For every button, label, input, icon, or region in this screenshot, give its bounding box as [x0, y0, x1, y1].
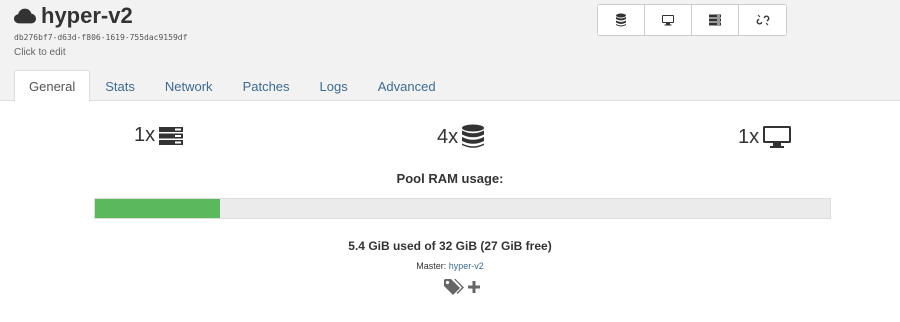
- disconnect-button[interactable]: [739, 5, 786, 35]
- host-count: 1x: [134, 124, 184, 147]
- database-icon: [462, 124, 485, 148]
- unlink-icon: [756, 14, 769, 26]
- desktop-icon: [662, 15, 674, 26]
- host-count-value: 1x: [134, 124, 156, 146]
- ram-usage-label: Pool RAM usage:: [396, 171, 504, 186]
- action-toolbar: [597, 4, 787, 36]
- database-button[interactable]: [598, 5, 645, 35]
- server-button[interactable]: [692, 5, 739, 35]
- edit-hint: Click to edit: [14, 47, 66, 58]
- server-icon: [709, 14, 721, 26]
- database-icon: [616, 13, 626, 27]
- vm-count: 1x: [738, 124, 792, 150]
- tab-general[interactable]: General: [14, 70, 91, 102]
- tab-stats[interactable]: Stats: [90, 70, 150, 102]
- ram-usage-bar: [94, 198, 831, 219]
- storage-count-value: 4x: [437, 125, 459, 148]
- desktop-button[interactable]: [645, 5, 692, 35]
- cloud-icon: [14, 8, 36, 24]
- tab-patches[interactable]: Patches: [228, 70, 305, 102]
- tab-advanced[interactable]: Advanced: [363, 70, 451, 102]
- storage-count: 4x: [437, 124, 485, 150]
- title-row: hyper-v2: [14, 3, 133, 29]
- pool-header: hyper-v2 db276bf7-d63d-f806-1619-755dac9…: [0, 0, 900, 102]
- server-icon: [159, 126, 184, 145]
- vm-count-value: 1x: [738, 125, 760, 148]
- master-link[interactable]: hyper-v2: [449, 261, 484, 271]
- pool-title[interactable]: hyper-v2: [41, 3, 133, 29]
- desktop-icon: [763, 126, 792, 148]
- tab-logs[interactable]: Logs: [305, 70, 363, 102]
- pool-uuid: db276bf7-d63d-f806-1619-755dac9159df: [14, 33, 188, 42]
- master-label: Master:: [416, 261, 447, 271]
- tab-network[interactable]: Network: [150, 70, 228, 102]
- tags-icon: [444, 279, 464, 295]
- tab-bar: General Stats Network Patches Logs Advan…: [14, 70, 451, 102]
- ram-usage-fill: [95, 199, 220, 218]
- master-row: Master: hyper-v2: [0, 261, 900, 271]
- add-tag-icon[interactable]: [467, 280, 481, 294]
- ram-usage-text: 5.4 GiB used of 32 GiB (27 GiB free): [348, 239, 552, 253]
- tag-row: [443, 278, 481, 296]
